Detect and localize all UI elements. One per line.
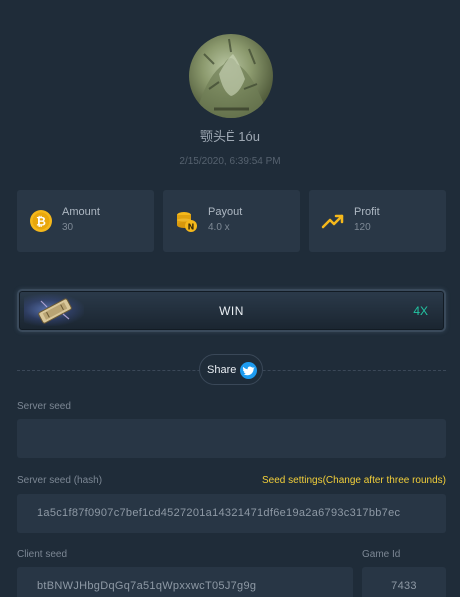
amount-card: ₿ Amount 30 bbox=[17, 190, 154, 252]
svg-text:N: N bbox=[188, 223, 195, 232]
coin-stack-icon: N bbox=[175, 209, 199, 233]
trending-up-icon bbox=[321, 209, 345, 233]
server-seed-hash-label: Server seed (hash) bbox=[17, 475, 103, 486]
username: 颚头Ё 1óu bbox=[200, 129, 260, 144]
user-avatar bbox=[189, 34, 273, 118]
result-multiplier: 4X bbox=[413, 304, 428, 318]
svg-text:₿: ₿ bbox=[36, 215, 46, 229]
server-seed-field[interactable] bbox=[17, 419, 446, 458]
payout-card: N Payout 4.0 x bbox=[163, 190, 300, 252]
twitter-icon bbox=[240, 362, 257, 379]
bitcoin-icon: ₿ bbox=[29, 209, 53, 233]
payout-value: 4.0 x bbox=[208, 222, 230, 233]
share-label: Share bbox=[207, 364, 237, 376]
share-button[interactable]: Share bbox=[199, 354, 263, 385]
game-id-label: Game Id bbox=[362, 549, 401, 560]
server-seed-hash-field[interactable]: 1a5c1f87f0907c7bef1cd4527201a14321471df6… bbox=[17, 494, 446, 533]
seed-settings-link[interactable]: Seed settings(Change after three rounds) bbox=[262, 475, 446, 486]
server-seed-label: Server seed bbox=[17, 401, 71, 412]
client-seed-field[interactable]: btBNWJHbgDqGq7a51qWpxxwcT05J7g9g bbox=[17, 567, 353, 597]
bet-timestamp: 2/15/2020, 6:39:54 PM bbox=[179, 156, 281, 167]
result-label: WIN bbox=[219, 304, 244, 318]
profit-card: Profit 120 bbox=[309, 190, 446, 252]
game-id-field[interactable]: 7433 bbox=[362, 567, 446, 597]
payout-label: Payout bbox=[208, 206, 243, 218]
amount-label: Amount bbox=[62, 206, 100, 218]
profit-label: Profit bbox=[354, 206, 380, 218]
amount-value: 30 bbox=[62, 222, 74, 233]
client-seed-label: Client seed bbox=[17, 549, 68, 560]
result-bar: WIN 4X bbox=[17, 289, 446, 332]
profit-value: 120 bbox=[354, 222, 371, 233]
